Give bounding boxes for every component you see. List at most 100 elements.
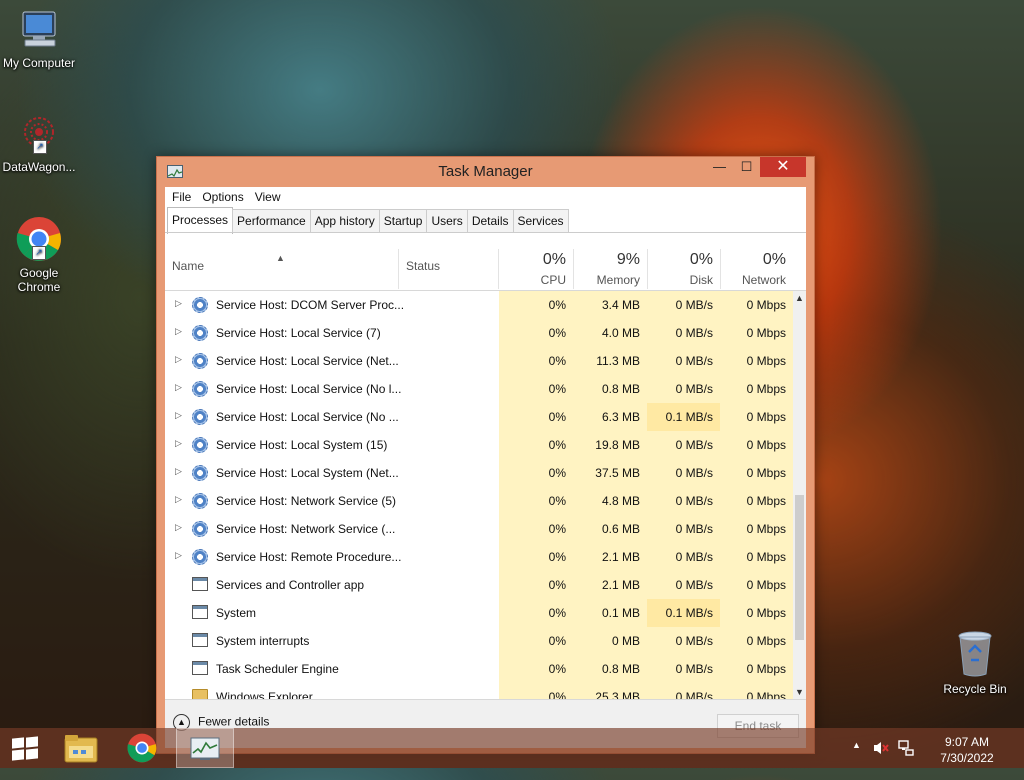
datawagon-icon: ↗ bbox=[17, 112, 61, 156]
memory-cell: 2.1 MB bbox=[573, 571, 647, 599]
minimize-button[interactable]: — bbox=[706, 157, 733, 177]
expand-chevron-icon[interactable]: ▷ bbox=[175, 466, 182, 477]
tab-services[interactable]: Services bbox=[512, 209, 569, 232]
task-manager-window[interactable]: Task Manager — ☐ ✕ File Options View Pro… bbox=[156, 156, 815, 754]
process-name: Services and Controller app bbox=[216, 578, 365, 592]
expand-chevron-icon[interactable]: ▷ bbox=[175, 298, 182, 309]
cpu-label: CPU bbox=[540, 273, 566, 287]
menu-view[interactable]: View bbox=[251, 187, 288, 207]
windows-logo-icon bbox=[12, 736, 38, 761]
expand-chevron-icon[interactable]: ▷ bbox=[175, 326, 182, 337]
expand-chevron-icon[interactable]: ▷ bbox=[175, 522, 182, 533]
gear-icon bbox=[192, 381, 208, 397]
gear-icon bbox=[192, 549, 208, 565]
memory-cell: 19.8 MB bbox=[573, 431, 647, 459]
scroll-up-icon[interactable]: ▲ bbox=[793, 291, 806, 305]
tab-performance[interactable]: Performance bbox=[232, 209, 311, 232]
taskbar-google-chrome[interactable] bbox=[114, 728, 170, 768]
network-cell: 0 Mbps bbox=[720, 515, 793, 543]
system-clock[interactable]: 9:07 AM 7/30/2022 bbox=[932, 734, 1002, 766]
tab-details[interactable]: Details bbox=[466, 209, 514, 232]
table-row[interactable]: ▷ Service Host: Network Service (5) 0% 4.8 … bbox=[165, 487, 793, 515]
table-row[interactable]: Windows Explorer 0% 25.3 MB 0 MB/s 0 Mbps bbox=[165, 683, 793, 699]
disk-cell: 0 MB/s bbox=[647, 347, 720, 375]
vertical-scrollbar[interactable]: ▲ ▼ bbox=[793, 291, 806, 699]
process-name: System interrupts bbox=[216, 634, 310, 648]
menu-file[interactable]: File bbox=[168, 187, 198, 207]
disk-cell: 0.1 MB/s bbox=[647, 403, 720, 431]
tab-users[interactable]: Users bbox=[426, 209, 468, 232]
cpu-cell: 0% bbox=[499, 319, 573, 347]
table-row[interactable]: ▷ Service Host: Remote Procedure... 0% 2.1 … bbox=[165, 543, 793, 571]
process-name: Service Host: Remote Procedure... bbox=[216, 550, 402, 564]
table-row[interactable]: ▷ Service Host: DCOM Server Proc... 0% 3.4 … bbox=[165, 291, 793, 319]
process-name: Task Scheduler Engine bbox=[216, 662, 339, 676]
table-row[interactable]: ▷ Service Host: Local Service (7) 0% 4.0 MB… bbox=[165, 319, 793, 347]
menu-options[interactable]: Options bbox=[198, 187, 250, 207]
cpu-total-percent: 0% bbox=[542, 251, 566, 268]
memory-cell: 37.5 MB bbox=[573, 459, 647, 487]
cpu-cell: 0% bbox=[499, 515, 573, 543]
tab-processes[interactable]: Processes bbox=[167, 207, 234, 234]
expand-chevron-icon[interactable]: ▷ bbox=[175, 354, 182, 365]
network-cell: 0 Mbps bbox=[720, 655, 793, 683]
expand-chevron-icon[interactable]: ▷ bbox=[175, 382, 182, 393]
desktop-icon-google-chrome[interactable]: ↗ Google Chrome bbox=[0, 216, 81, 294]
task-manager-icon bbox=[190, 737, 220, 760]
start-button[interactable] bbox=[0, 728, 56, 768]
scroll-down-icon[interactable]: ▼ bbox=[793, 685, 806, 699]
expand-chevron-icon[interactable]: ▷ bbox=[175, 550, 182, 561]
table-row[interactable]: Task Scheduler Engine 0% 0.8 MB 0 MB/s 0 Mbp… bbox=[165, 655, 793, 683]
table-row[interactable]: ▷ Service Host: Local System (Net... 0% 37.… bbox=[165, 459, 793, 487]
network-cell: 0 Mbps bbox=[720, 375, 793, 403]
expand-chevron-icon[interactable]: ▷ bbox=[175, 438, 182, 449]
window-icon bbox=[192, 661, 208, 676]
disk-cell: 0 MB/s bbox=[647, 655, 720, 683]
clock-time: 9:07 AM bbox=[944, 735, 990, 749]
process-name: Service Host: Local System (15) bbox=[216, 438, 388, 452]
taskbar-task-manager[interactable] bbox=[176, 728, 234, 768]
file-explorer-icon bbox=[64, 735, 98, 763]
disk-cell: 0 MB/s bbox=[647, 627, 720, 655]
scrollbar-thumb[interactable] bbox=[795, 495, 804, 640]
cpu-cell: 0% bbox=[499, 599, 573, 627]
table-header: ▲ Name Status 0% CPU 9% Memory 0% Disk 0… bbox=[165, 235, 806, 291]
volume-muted-icon[interactable] bbox=[873, 740, 889, 780]
desktop-icon-recycle-bin[interactable]: Recycle Bin bbox=[933, 630, 1017, 696]
gear-icon bbox=[192, 465, 208, 481]
memory-cell: 0.8 MB bbox=[573, 655, 647, 683]
expand-chevron-icon[interactable]: ▷ bbox=[175, 494, 182, 505]
column-divider bbox=[398, 249, 399, 289]
title-bar[interactable]: Task Manager — ☐ ✕ bbox=[157, 157, 814, 187]
table-row[interactable]: ▷ Service Host: Local System (15) 0% 19.8 M… bbox=[165, 431, 793, 459]
cpu-cell: 0% bbox=[499, 347, 573, 375]
table-row[interactable]: ▷ Service Host: Local Service (Net... 0% 11… bbox=[165, 347, 793, 375]
tab-startup[interactable]: Startup bbox=[378, 209, 428, 232]
process-name: Service Host: Local System (Net... bbox=[216, 466, 399, 480]
show-hidden-icons-button[interactable]: ▲ bbox=[852, 740, 861, 780]
table-row[interactable]: ▷ Service Host: Local Service (No ... 0% 6.… bbox=[165, 403, 793, 431]
window-icon bbox=[192, 577, 208, 592]
network-cell: 0 Mbps bbox=[720, 487, 793, 515]
process-name: Service Host: Local Service (No ... bbox=[216, 410, 399, 424]
gear-icon bbox=[192, 409, 208, 425]
process-name: Service Host: Network Service (5) bbox=[216, 494, 397, 508]
taskbar-file-explorer[interactable] bbox=[52, 728, 108, 768]
close-button[interactable]: ✕ bbox=[760, 157, 806, 177]
gear-icon bbox=[192, 353, 208, 369]
table-row[interactable]: System 0% 0.1 MB 0.1 MB/s 0 Mbps bbox=[165, 599, 793, 627]
memory-cell: 0 MB bbox=[573, 627, 647, 655]
table-row[interactable]: ▷ Service Host: Network Service (... 0% 0.6… bbox=[165, 515, 793, 543]
disk-total-percent: 0% bbox=[689, 251, 713, 268]
network-icon[interactable] bbox=[898, 740, 914, 780]
desktop-icon-datawagon[interactable]: ↗ DataWagon... bbox=[0, 112, 81, 174]
table-row[interactable]: Services and Controller app 0% 2.1 MB 0 MB/… bbox=[165, 571, 793, 599]
table-row[interactable]: System interrupts 0% 0 MB 0 MB/s 0 Mbps bbox=[165, 627, 793, 655]
memory-cell: 0.6 MB bbox=[573, 515, 647, 543]
tab-app-history[interactable]: App history bbox=[309, 209, 380, 232]
maximize-button[interactable]: ☐ bbox=[733, 157, 760, 177]
computer-icon bbox=[17, 8, 61, 52]
desktop-icon-my-computer[interactable]: My Computer bbox=[0, 8, 81, 70]
table-row[interactable]: ▷ Service Host: Local Service (No l... 0% 0… bbox=[165, 375, 793, 403]
expand-chevron-icon[interactable]: ▷ bbox=[175, 410, 182, 421]
